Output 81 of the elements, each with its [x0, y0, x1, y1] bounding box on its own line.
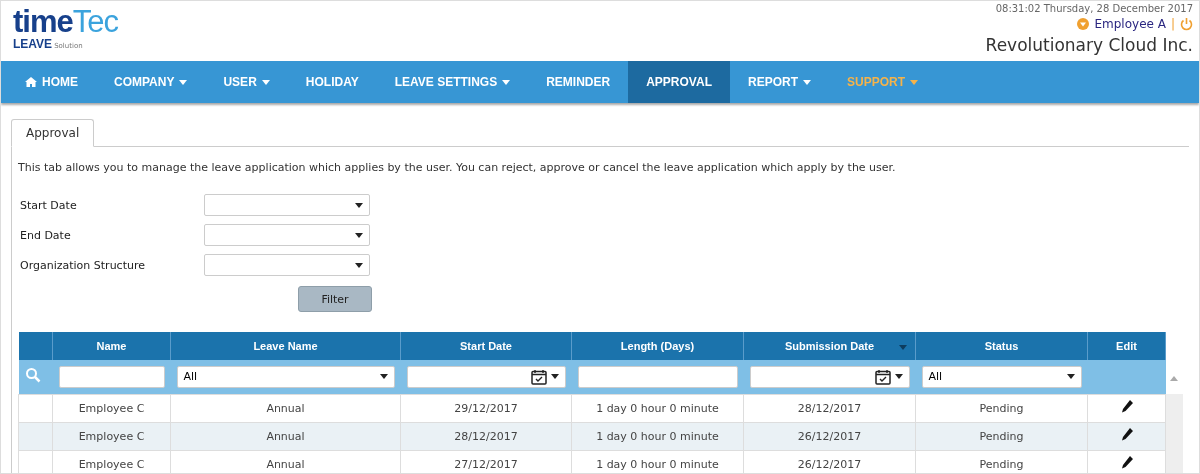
caret-icon	[894, 374, 903, 380]
column-header[interactable]: Length (Days)	[571, 332, 744, 360]
table-cell: 27/12/2017	[400, 450, 572, 473]
nav-item[interactable]: REMINDER	[528, 61, 629, 103]
table-cell	[18, 422, 53, 450]
caret-icon	[355, 202, 363, 208]
caret-icon	[261, 79, 270, 85]
column-header[interactable]: Name	[52, 332, 171, 360]
caret-icon	[1066, 374, 1075, 380]
table-cell: 26/12/2017	[743, 422, 916, 450]
filter-dropdown[interactable]: All	[176, 365, 395, 388]
table-cell: Annual	[170, 394, 401, 422]
dropdown-field[interactable]	[204, 254, 370, 276]
dropdown-field[interactable]	[204, 224, 370, 246]
nav-item[interactable]: USER	[205, 61, 288, 103]
caret-icon	[179, 79, 188, 85]
field-label: Start Date	[19, 198, 78, 212]
caret-icon	[355, 262, 363, 268]
caret-icon	[502, 79, 511, 85]
caret-icon	[910, 79, 918, 85]
nav-item[interactable]: HOME	[7, 61, 96, 103]
calendar-icon[interactable]	[874, 368, 891, 385]
caret-icon	[803, 79, 811, 85]
power-icon[interactable]	[1180, 17, 1193, 31]
table-cell: 28/12/2017	[400, 422, 572, 450]
column-header[interactable]	[18, 332, 53, 360]
table-cell: Annual	[170, 422, 401, 450]
product-name: LEAVE	[13, 37, 53, 51]
filter-dropdown[interactable]: All	[921, 365, 1082, 388]
table-cell: Pending	[915, 394, 1088, 422]
nav-item[interactable]: APPROVAL	[628, 61, 730, 103]
calendar-icon[interactable]	[530, 368, 547, 385]
description: This tab allows you to manage the leave application which applies by the user. You can reject, approve or cancel the leave application which apply by the user.	[18, 161, 897, 174]
column-header[interactable]: Leave Name	[170, 332, 401, 360]
table-cell: 1 day 0 hour 0 minute	[571, 422, 744, 450]
pencil-icon[interactable]	[1120, 455, 1133, 470]
column-header[interactable]: Start Date	[400, 332, 572, 360]
filter-input[interactable]	[58, 365, 165, 388]
caret-icon	[550, 374, 559, 380]
pencil-icon[interactable]	[1120, 427, 1133, 442]
logo-text: time	[13, 7, 73, 37]
table-cell: 28/12/2017	[743, 394, 916, 422]
dropdown-field[interactable]	[204, 194, 370, 216]
sort-icon[interactable]	[899, 345, 907, 350]
pencil-icon[interactable]	[1120, 399, 1133, 414]
nav-item[interactable]: COMPANY	[96, 61, 206, 103]
date-time: 08:31:02 Thursday, 28 December 2017	[995, 3, 1193, 15]
column-header[interactable]: Status	[915, 332, 1088, 360]
table-cell	[18, 394, 53, 422]
field-label: Organization Structure	[19, 258, 146, 272]
caret-icon	[355, 232, 363, 238]
table-cell: 26/12/2017	[743, 450, 916, 473]
table-cell: Pending	[915, 422, 1088, 450]
separator: |	[1170, 17, 1175, 31]
table-cell: 1 day 0 hour 0 minute	[571, 450, 744, 473]
logo-text: Tec	[72, 7, 118, 37]
table-cell: Annual	[170, 450, 401, 473]
home-icon	[25, 77, 37, 87]
table-cell: Employee C	[52, 394, 171, 422]
nav-item[interactable]: REPORT	[730, 61, 829, 103]
date-filter-field[interactable]	[406, 365, 566, 388]
column-header[interactable]: Edit	[1087, 332, 1166, 360]
table-cell: Employee C	[52, 450, 171, 473]
table-cell: 29/12/2017	[400, 394, 572, 422]
company-name: Revolutionary Cloud Inc.	[985, 35, 1193, 55]
date-filter-field[interactable]	[749, 365, 910, 388]
user-name[interactable]: Employee A	[1094, 17, 1166, 31]
filter-input[interactable]	[577, 365, 738, 388]
column-header[interactable]: Submission Date	[743, 332, 916, 360]
field-label: End Date	[19, 228, 72, 242]
scroll-up-icon[interactable]	[1170, 376, 1179, 381]
caret-icon	[379, 374, 388, 380]
tab[interactable]: Approval	[11, 119, 95, 147]
nav-item[interactable]: HOLIDAY	[287, 61, 377, 103]
table-cell: Employee C	[52, 422, 171, 450]
dropdown-circle-icon[interactable]	[1077, 18, 1090, 30]
filter-button[interactable]: Filter	[298, 286, 372, 312]
table-cell: 1 day 0 hour 0 minute	[571, 394, 744, 422]
nav-item[interactable]: LEAVE SETTINGS	[376, 61, 529, 103]
table-cell: Pending	[915, 450, 1088, 473]
search-icon[interactable]	[24, 367, 41, 384]
